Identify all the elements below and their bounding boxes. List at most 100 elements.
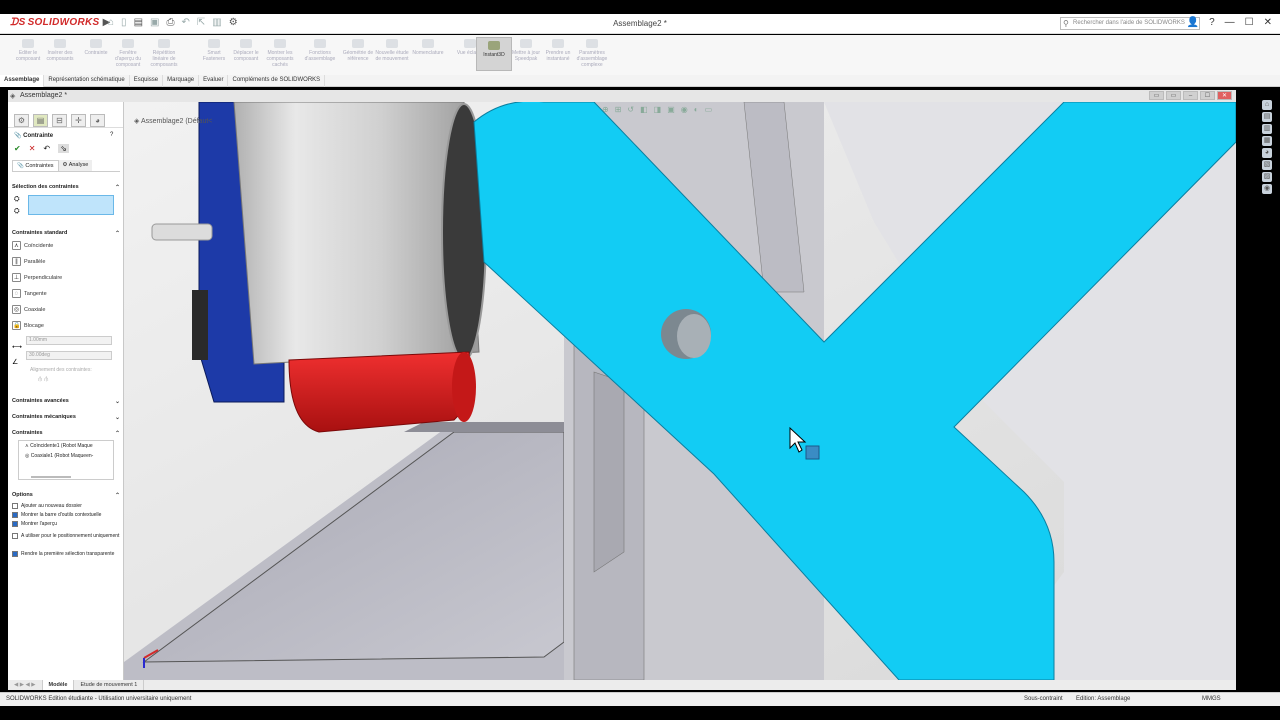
user-icon[interactable]: 👤 bbox=[1187, 17, 1199, 28]
feature-manager-tab[interactable]: ⚙ bbox=[14, 114, 29, 127]
checkbox[interactable] bbox=[12, 533, 18, 539]
cmd-16-button[interactable]: Paramètres d'assemblage complexe bbox=[574, 39, 610, 68]
mate-tangent-button[interactable]: ◌ Tangente bbox=[12, 289, 47, 298]
cmd-1-button[interactable]: Insérer des composants bbox=[42, 39, 78, 62]
zoom-fit-icon[interactable]: ⊕ bbox=[602, 105, 609, 114]
alignment-buttons[interactable]: ⫛ ⫛ bbox=[38, 376, 48, 384]
mate-selection-box[interactable] bbox=[28, 195, 114, 215]
cmd-10-button[interactable]: Nouvelle étude de mouvement bbox=[374, 39, 410, 62]
display-manager-tab[interactable]: ◕ bbox=[90, 114, 105, 127]
section-mates[interactable]: Contraintes ⌃ bbox=[12, 430, 123, 437]
doc-restore-button[interactable]: ▭ bbox=[1149, 91, 1164, 100]
mate-coincident-button[interactable]: ⋏ Coïncidente bbox=[12, 241, 53, 250]
cmd-2-button[interactable]: Contrainte bbox=[78, 39, 114, 56]
view-palette-icon[interactable]: ▦ bbox=[1262, 136, 1272, 146]
doc-tile-button[interactable]: ▭ bbox=[1166, 91, 1181, 100]
distance-value[interactable]: 1.00mm bbox=[26, 336, 112, 345]
minimize-button[interactable]: — bbox=[1225, 17, 1235, 28]
graphics-area[interactable]: ◈ Assemblage2 (Défaut< ⊕ ⊞ ↺ ◧ ◨ ▣ ◉ ◐ ▭ bbox=[124, 102, 1236, 680]
section-mate-selection[interactable]: Sélection des contraintes ⌃ bbox=[12, 184, 123, 191]
property-manager-tab[interactable]: ▤ bbox=[33, 114, 48, 127]
ok-icon[interactable]: ✔ bbox=[14, 144, 21, 153]
tab-contraintes[interactable]: 📎 Contraintes bbox=[12, 160, 59, 171]
close-button[interactable]: ✕ bbox=[1264, 17, 1272, 28]
edit-appearance-icon[interactable]: ◐ bbox=[694, 105, 699, 114]
cmd-8-button[interactable]: Fonctions d'assemblage bbox=[302, 39, 338, 62]
mates-list-box[interactable]: ⋏ Coïncidente1 (Robot Maque ◎ Coaxiale1 … bbox=[18, 440, 114, 480]
cmd-11-button[interactable]: Nomenclature bbox=[410, 39, 446, 56]
cmd-15-button[interactable]: Prendre un instantané bbox=[540, 39, 576, 62]
mate-perpendicular-button[interactable]: ⊥ Perpendiculaire bbox=[12, 273, 62, 282]
option-checkbox-0[interactable]: Ajouter au nouveau dossier bbox=[12, 503, 120, 509]
tab-motion-study[interactable]: Etude de mouvement 1 bbox=[74, 680, 145, 690]
model-view[interactable] bbox=[124, 102, 1236, 680]
cmd-14-button[interactable]: Mettre à jour Speedpak bbox=[508, 39, 544, 62]
custom-properties-icon[interactable]: ▧ bbox=[1262, 160, 1272, 170]
option-checkbox-1[interactable]: Montrer la barre d'outils contextuelle bbox=[12, 512, 120, 518]
cmd-4-button[interactable]: Répétition linéaire de composants bbox=[146, 39, 182, 68]
cancel-icon[interactable]: ✕ bbox=[29, 144, 36, 153]
tab-3[interactable]: Marquage bbox=[163, 75, 200, 87]
cmd-13-button[interactable]: Instant3D bbox=[476, 37, 512, 71]
checkbox[interactable] bbox=[12, 503, 18, 509]
tab-4[interactable]: Evaluer bbox=[199, 75, 229, 87]
angle-value[interactable]: 30.00deg bbox=[26, 351, 112, 360]
doc-maximize-button[interactable]: ☐ bbox=[1200, 91, 1215, 100]
doc-close-button[interactable]: ✕ bbox=[1217, 91, 1232, 100]
pm-help-icon[interactable]: ? bbox=[110, 132, 113, 138]
checkbox[interactable] bbox=[12, 521, 18, 527]
appearances-icon[interactable]: ◕ bbox=[1262, 148, 1272, 158]
cmd-0-button[interactable]: Editer le composant bbox=[10, 39, 46, 62]
tab-0[interactable]: Assemblage bbox=[0, 75, 45, 87]
wheel-red[interactable] bbox=[288, 351, 471, 433]
help-icon[interactable]: ? bbox=[1209, 17, 1215, 28]
cmd-7-button[interactable]: Montrer les composants cachés bbox=[262, 39, 298, 68]
tab-2[interactable]: Esquisse bbox=[130, 75, 164, 87]
option-checkbox-2[interactable]: Montrer l'aperçu bbox=[12, 521, 120, 527]
tab-1[interactable]: Représentation schématique bbox=[44, 75, 130, 87]
hide-show-icon[interactable]: ◉ bbox=[681, 105, 688, 114]
section-view-icon[interactable]: ◧ bbox=[640, 105, 648, 114]
zoom-area-icon[interactable]: ⊞ bbox=[615, 105, 622, 114]
checkbox[interactable] bbox=[12, 512, 18, 518]
distance-field[interactable]: ⟷ 1.00mm bbox=[12, 336, 116, 351]
undo-mate-icon[interactable]: ↶ bbox=[43, 144, 50, 153]
section-mechanical-mates[interactable]: Contraintes mécaniques ⌄ bbox=[12, 414, 123, 421]
cmd-9-button[interactable]: Géométrie de référence bbox=[340, 39, 376, 62]
doc-minimize-button[interactable]: – bbox=[1183, 91, 1198, 100]
previous-view-icon[interactable]: ↺ bbox=[627, 105, 634, 114]
maximize-button[interactable]: ☐ bbox=[1245, 17, 1254, 28]
display-style-icon[interactable]: ▣ bbox=[667, 105, 675, 114]
tab-modele[interactable]: Modèle bbox=[42, 680, 75, 690]
file-explorer-icon[interactable]: ▥ bbox=[1262, 124, 1272, 134]
list-item[interactable]: ◎ Coaxiale1 (Robot Maqueen- bbox=[25, 453, 93, 459]
option-checkbox-4[interactable]: Rendre la première sélection transparent… bbox=[12, 551, 120, 557]
configuration-manager-tab[interactable]: ⊟ bbox=[52, 114, 67, 127]
dimxpert-tab[interactable]: ✛ bbox=[71, 114, 86, 127]
help-search-input[interactable]: ⚲ Rechercher dans l'aide de SOLIDWORKS ⌕ bbox=[1060, 17, 1200, 30]
cmd-3-button[interactable]: Fenêtre d'aperçu du composant bbox=[110, 39, 146, 68]
tab-analyse[interactable]: ⚙ Analyse bbox=[58, 160, 93, 171]
mate-parallel-button[interactable]: ∥ Parallèle bbox=[12, 257, 45, 266]
tab-5[interactable]: Compléments de SOLIDWORKS bbox=[228, 75, 326, 87]
checkbox[interactable] bbox=[12, 551, 18, 557]
design-library-icon[interactable]: ▤ bbox=[1262, 112, 1272, 122]
forum-icon[interactable]: ▨ bbox=[1262, 172, 1272, 182]
section-options[interactable]: Options ⌃ bbox=[12, 492, 123, 499]
angle-field[interactable]: ∠ 30.00deg bbox=[12, 351, 116, 366]
cmd-6-button[interactable]: Déplacer le composant bbox=[228, 39, 264, 62]
section-standard-mates[interactable]: Contraintes standard ⌃ bbox=[12, 230, 123, 237]
scene-icon[interactable]: ▭ bbox=[705, 105, 713, 114]
solidworks-resources-icon[interactable]: ◉ bbox=[1262, 184, 1272, 194]
cmd-5-button[interactable]: Smart Fasteners bbox=[196, 39, 232, 62]
option-checkbox-3[interactable]: A utiliser pour le positionnement unique… bbox=[12, 533, 120, 539]
section-advanced-mates[interactable]: Contraintes avancées ⌄ bbox=[12, 398, 123, 405]
tab-scroll-arrows[interactable]: ◀ ▶ ◀ ▶ bbox=[8, 680, 43, 690]
mate-lock-button[interactable]: 🔒 Blocage bbox=[12, 321, 44, 330]
home-resources-icon[interactable]: ⌂ bbox=[1262, 100, 1272, 110]
list-scrollbar[interactable] bbox=[31, 476, 71, 478]
feature-tree-flyout[interactable]: ◈ Assemblage2 (Défaut< bbox=[134, 117, 212, 125]
shaft[interactable] bbox=[151, 223, 213, 241]
list-item[interactable]: ⋏ Coïncidente1 (Robot Maque bbox=[25, 443, 93, 449]
view-orientation-icon[interactable]: ◨ bbox=[654, 105, 662, 114]
